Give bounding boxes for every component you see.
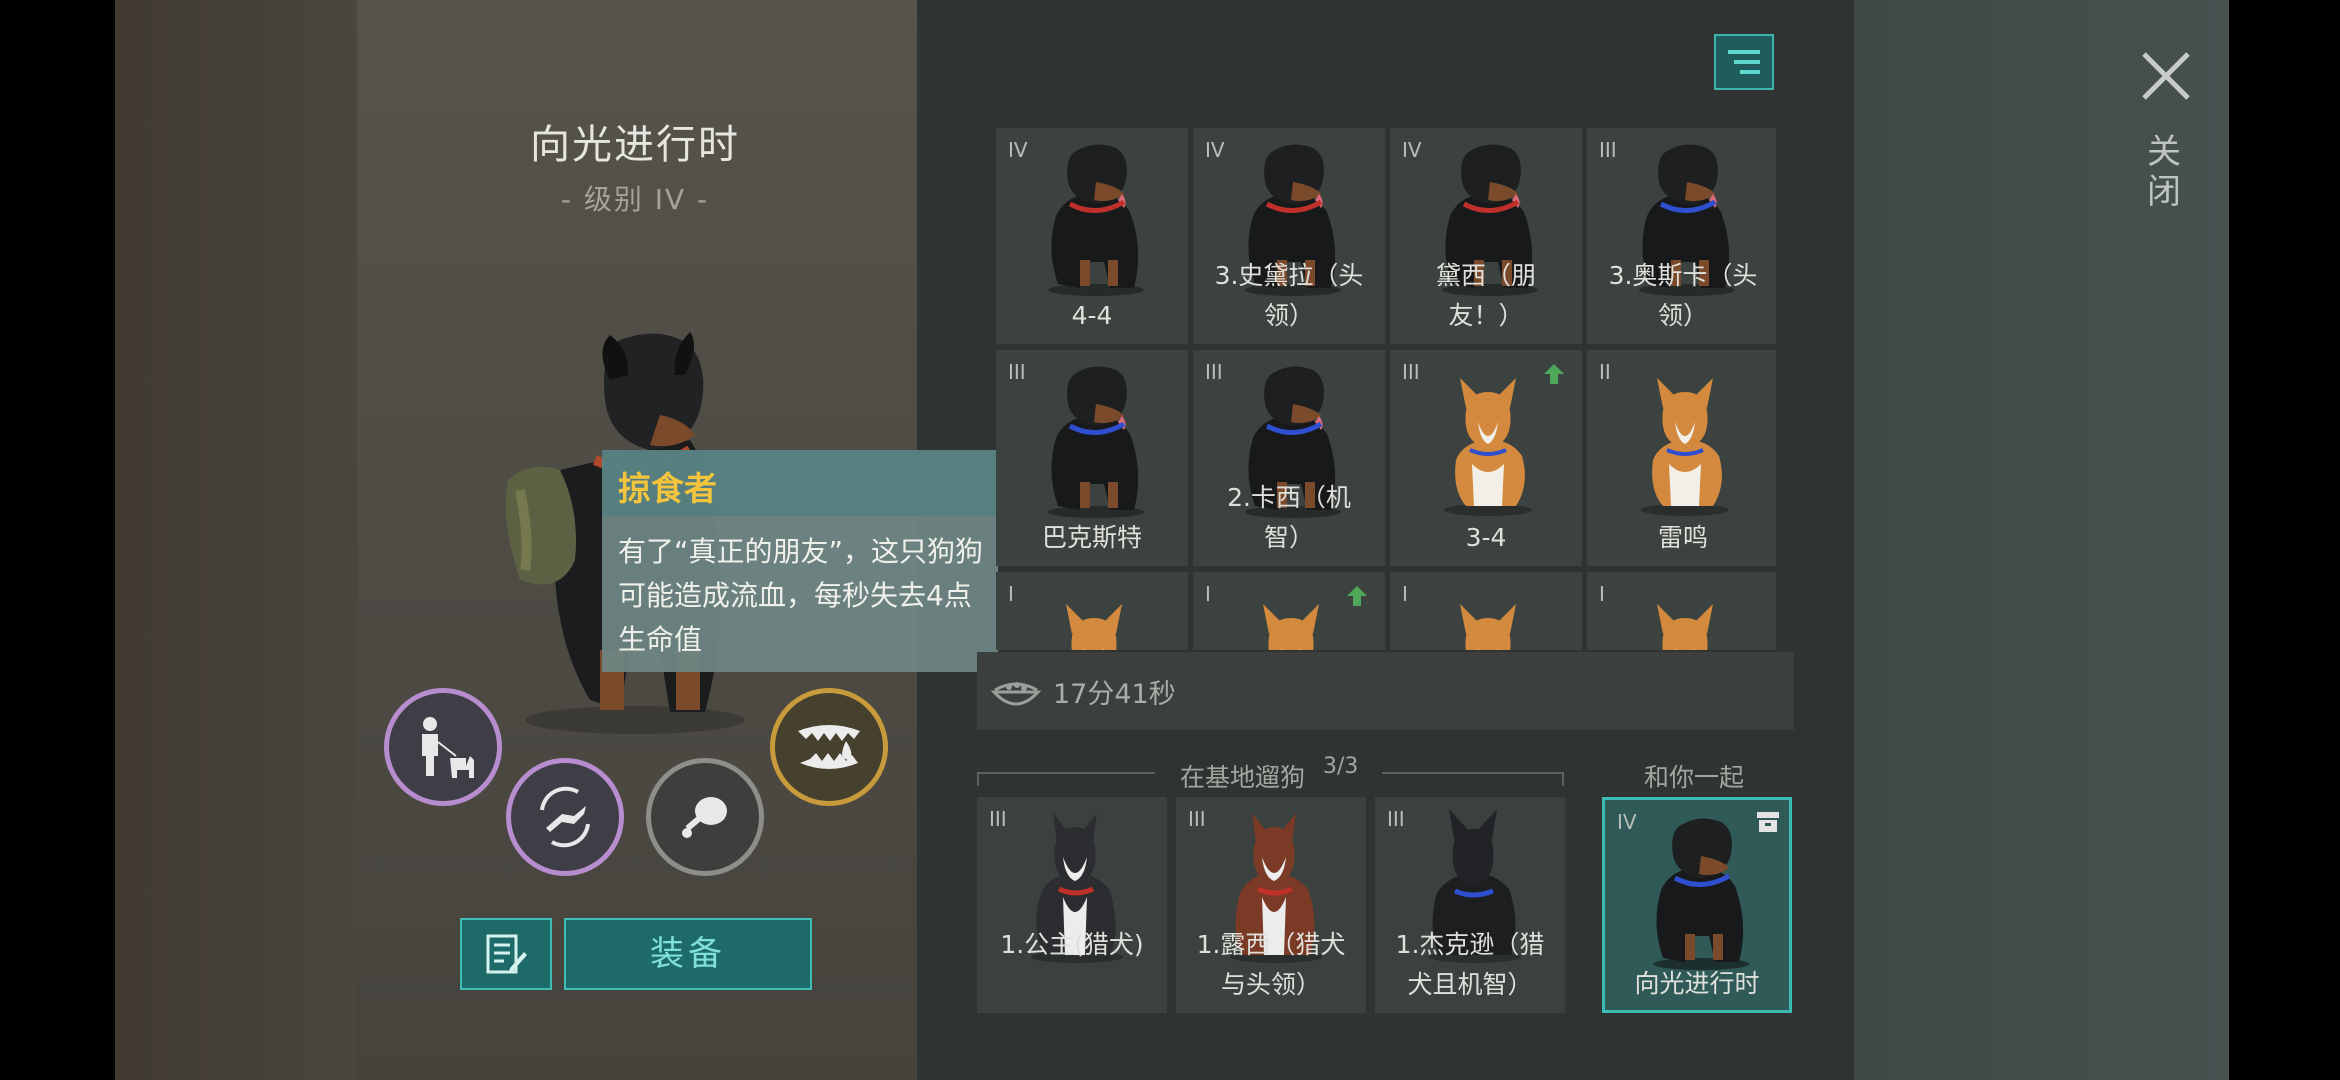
tooltip-description: 有了“真正的朋友”，这只狗狗可能造成流血，每秒失去4点生命值 (618, 535, 984, 656)
card-name: 向光进行时 (1634, 969, 1760, 998)
skill-predator-button[interactable] (770, 688, 888, 806)
dog-portrait-corgi (1641, 378, 1729, 516)
notes-edit-icon (486, 934, 527, 974)
card-name: 3.史黛拉（头领） (1214, 261, 1364, 330)
perk-tooltip: 掠食者 有了“真正的朋友”，这只狗狗可能造成流血，每秒失去4点生命值 (602, 450, 998, 672)
dog-card[interactable]: III 2.卡西（机智） (1193, 350, 1385, 566)
dog-card[interactable]: III 巴克斯特 (996, 350, 1188, 566)
note-button[interactable] (460, 918, 552, 990)
dog-card[interactable]: III 3.奥斯卡（头领） (1587, 128, 1776, 344)
filter-icon (1728, 50, 1760, 74)
feeding-timer-bar: 17分41秒 (977, 652, 1794, 730)
dog-card[interactable]: I (1587, 572, 1776, 650)
section-tick-right (1562, 772, 1564, 786)
card-tier: III (1008, 360, 1026, 384)
card-name: 3.奥斯卡（头领） (1608, 261, 1758, 330)
skill-meat-button[interactable] (646, 758, 764, 876)
dog-portrait-corgi (1066, 604, 1122, 650)
dog-jump-cycle-icon (540, 786, 590, 848)
dog-card[interactable]: II 雷鸣 (1587, 350, 1776, 566)
card-tier: III (1205, 360, 1223, 384)
dog-card[interactable]: I (1193, 572, 1385, 650)
dog-name-title: 向光进行时 (530, 122, 740, 168)
card-tier: I (1205, 582, 1211, 606)
base-walk-slots: III 1.公主(猎犬) III 1.露西（猎犬与头领） III 1.杰克逊（猎犬且… (977, 797, 1575, 1013)
dog-level-label: - 级别 IV - (560, 183, 710, 216)
card-tier: III (1599, 138, 1617, 162)
card-name: 1.杰克逊（猎犬且机智） (1395, 930, 1545, 999)
right-edge (2229, 0, 2340, 1080)
dog-card[interactable]: IV 3.史黛拉（头领） (1193, 128, 1385, 344)
tooltip-title: 掠食者 (618, 469, 717, 508)
dog-portrait-corgi (1460, 604, 1516, 650)
meat-icon (682, 797, 727, 838)
skill-walk-button[interactable] (384, 688, 502, 806)
card-name: 雷鸣 (1657, 523, 1708, 552)
card-tier: III (989, 807, 1007, 831)
card-name: 4-4 (1071, 301, 1113, 330)
dog-portrait-corgi (1657, 604, 1713, 650)
dog-card[interactable]: III 3-4 (1390, 350, 1582, 566)
card-tier: III (1188, 807, 1206, 831)
base-walk-slot[interactable]: III 1.杰克逊（猎犬且机智） (1375, 797, 1565, 1013)
skill-jump-button[interactable] (506, 758, 624, 876)
dog-card[interactable]: I (1390, 572, 1582, 650)
dog-portrait-corgi (1263, 604, 1319, 650)
dog-card[interactable]: IV 4-4 (996, 128, 1188, 344)
dog-portrait-rottweiler (1048, 366, 1144, 518)
lock-icon (1757, 812, 1779, 832)
equip-button[interactable]: 装备 (564, 918, 812, 990)
left-background (115, 0, 357, 1080)
close-icon[interactable] (2138, 48, 2194, 104)
card-tier: III (1402, 360, 1420, 384)
card-tier: I (1008, 582, 1014, 606)
card-name: 2.卡西（机智） (1227, 483, 1351, 552)
base-walk-label: 在基地遛狗 (1180, 763, 1306, 792)
card-name: 黛西（朋友！） (1435, 261, 1536, 330)
base-walk-slot[interactable]: III 1.公主(猎犬) (977, 797, 1167, 1013)
dog-portrait-rottweiler (1048, 144, 1144, 296)
card-tier: II (1599, 360, 1611, 384)
fangs-blood-icon (798, 725, 860, 769)
with-you-slot[interactable]: IV 向光进行时 (1602, 797, 1792, 1013)
card-tier: IV (1205, 138, 1225, 162)
timer-text: 17分41秒 (1053, 679, 1176, 710)
dog-card[interactable]: IV 黛西（朋友！） (1390, 128, 1582, 344)
card-tier: IV (1617, 810, 1637, 834)
card-tier: I (1402, 582, 1408, 606)
card-tier: I (1599, 582, 1605, 606)
dog-inventory-grid: IV 4-4 IV 3.史黛拉（头领） IV 黛西（朋友！） III 3.奥斯卡（头领… (996, 128, 1776, 650)
food-bowl-icon (991, 682, 1041, 706)
card-name: 1.公主(猎犬) (1000, 930, 1144, 959)
with-you-label: 和你一起 (1644, 763, 1745, 792)
dog-card[interactable]: I (996, 572, 1188, 650)
card-name: 1.露西（猎犬与头领） (1196, 930, 1346, 999)
card-name: 3-4 (1465, 523, 1507, 552)
section-line-left (977, 772, 1155, 774)
card-name: 巴克斯特 (1041, 523, 1142, 552)
filter-button[interactable] (1714, 34, 1774, 90)
close-label[interactable]: 关闭 (2144, 132, 2184, 212)
base-walk-slot[interactable]: III 1.露西（猎犬与头领） (1176, 797, 1366, 1013)
section-line-right (1382, 772, 1564, 774)
card-tier: IV (1402, 138, 1422, 162)
dog-portrait-corgi (1444, 378, 1532, 516)
walk-with-dog-icon (422, 717, 474, 778)
card-tier: III (1387, 807, 1405, 831)
section-tick-left (977, 772, 979, 786)
dog-portrait-rottweiler (1653, 818, 1749, 970)
card-tier: IV (1008, 138, 1028, 162)
base-walk-count: 3/3 (1323, 754, 1359, 779)
